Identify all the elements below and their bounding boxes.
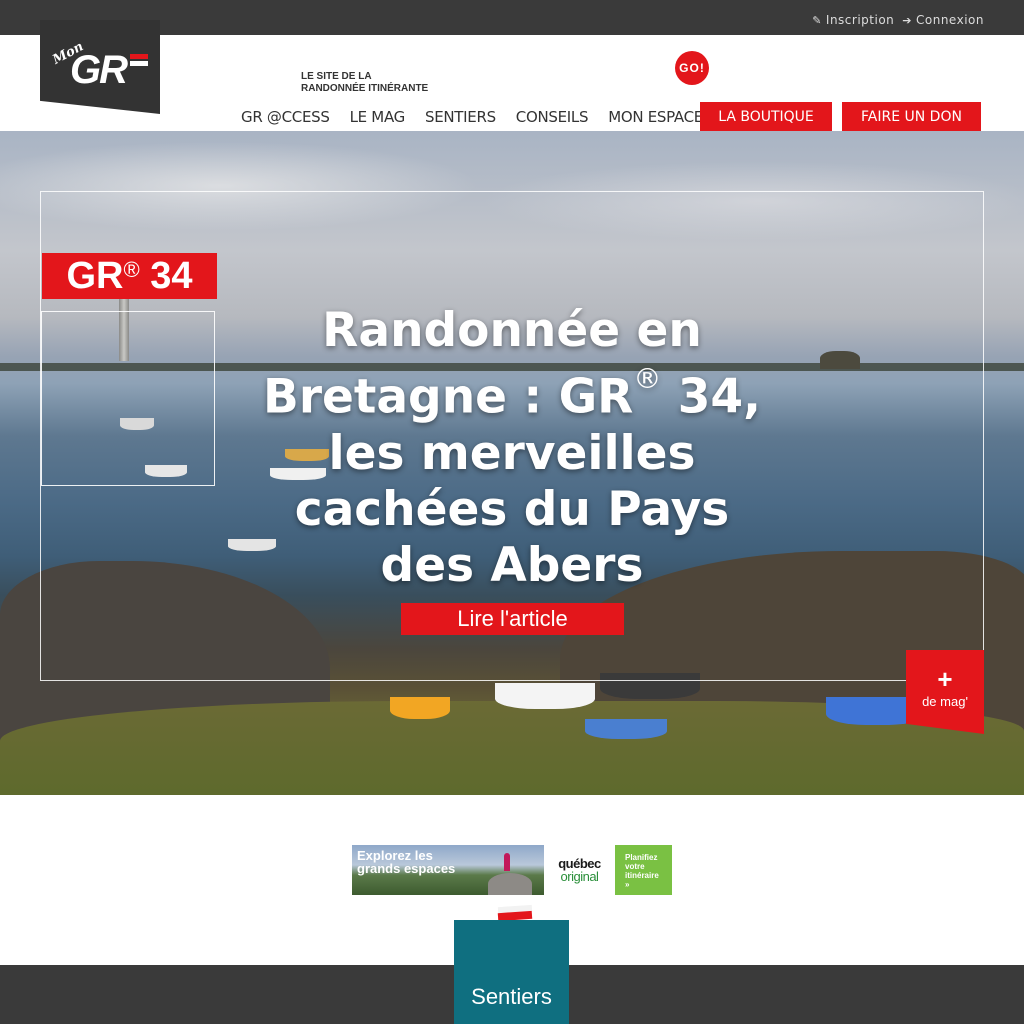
cta-line3: itinéraire: [625, 871, 659, 880]
mon-gr-logo[interactable]: Mon GR: [40, 20, 160, 114]
more-mag-label: de mag': [922, 694, 968, 709]
badge-gr-text: GR: [66, 254, 124, 297]
tagline-line1: LE SITE DE LA: [301, 71, 372, 82]
ad-hiker: [504, 853, 510, 871]
nav-item-le-mag[interactable]: LE MAG: [350, 108, 406, 126]
hero-thumbnail-frame[interactable]: [41, 311, 215, 486]
badge-number: 34: [150, 254, 193, 297]
connexion-link[interactable]: ➔ Connexion: [902, 13, 984, 27]
read-article-button[interactable]: Lire l'article: [401, 603, 624, 635]
hero-boat: [585, 719, 667, 739]
cta-line2: votre: [625, 862, 645, 871]
nav-item-sentiers[interactable]: SENTIERS: [425, 108, 496, 126]
ad-headline: Explorez les grands espaces: [357, 849, 455, 875]
inscription-label: Inscription: [825, 13, 895, 27]
ad-photo: Explorez les grands espaces: [352, 845, 544, 895]
quebec-original-logo: québec original: [544, 845, 615, 895]
shop-button[interactable]: LA BOUTIQUE: [700, 102, 832, 132]
sign-in-icon: ➔: [902, 13, 912, 27]
connexion-label: Connexion: [916, 13, 984, 27]
gr-route-badge: GR ® 34: [42, 253, 217, 299]
logo-flag-red: [130, 54, 148, 59]
nav-item-mon-espace[interactable]: MON ESPACE: [608, 108, 703, 126]
site-tagline: LE SITE DE LA RANDONNÉE ITINÉRANTE: [301, 71, 428, 95]
plan-itinerary-cta[interactable]: Planifiez votre itinéraire »: [615, 845, 672, 895]
cta-line4: »: [625, 880, 630, 889]
donate-button[interactable]: FAIRE UN DON: [842, 102, 981, 132]
main-nav: GR @CCESS LE MAG SENTIERS CONSEILS MON E…: [241, 102, 981, 132]
inscription-link[interactable]: ✎ Inscription: [812, 13, 894, 27]
hero-banner: GR ® 34 Randonnée en Bretagne : GR® 34, l…: [0, 131, 1024, 795]
edit-icon: ✎: [812, 13, 822, 27]
badge-registered-mark: ®: [123, 257, 140, 282]
hero-article-title[interactable]: Randonnée en Bretagne : GR® 34, les merv…: [242, 303, 782, 594]
nav-item-gr-access[interactable]: GR @CCESS: [241, 108, 330, 126]
quebec-ad-banner[interactable]: Explorez les grands espaces québec origi…: [352, 845, 672, 895]
plus-icon: +: [937, 664, 953, 694]
title-registered-mark: ®: [633, 362, 662, 395]
cta-line1: Planifiez: [625, 853, 658, 862]
more-mag-button[interactable]: + de mag': [906, 650, 984, 734]
account-links: ✎ Inscription ➔ Connexion: [812, 13, 984, 27]
quebec-brand-line2: original: [560, 869, 599, 884]
tagline-line2: RANDONNÉE ITINÉRANTE: [301, 83, 429, 94]
logo-gr-text: GR: [70, 48, 128, 92]
logo-flag-white: [130, 61, 148, 66]
ad-rock: [488, 873, 532, 895]
nav-item-conseils[interactable]: CONSEILS: [516, 108, 589, 126]
go-badge[interactable]: GO!: [675, 51, 709, 85]
hero-boat: [495, 683, 595, 709]
ad-headline-line2: grands espaces: [357, 861, 456, 876]
hero-boat: [390, 697, 450, 719]
sentiers-section-tab[interactable]: Sentiers: [454, 920, 569, 1024]
